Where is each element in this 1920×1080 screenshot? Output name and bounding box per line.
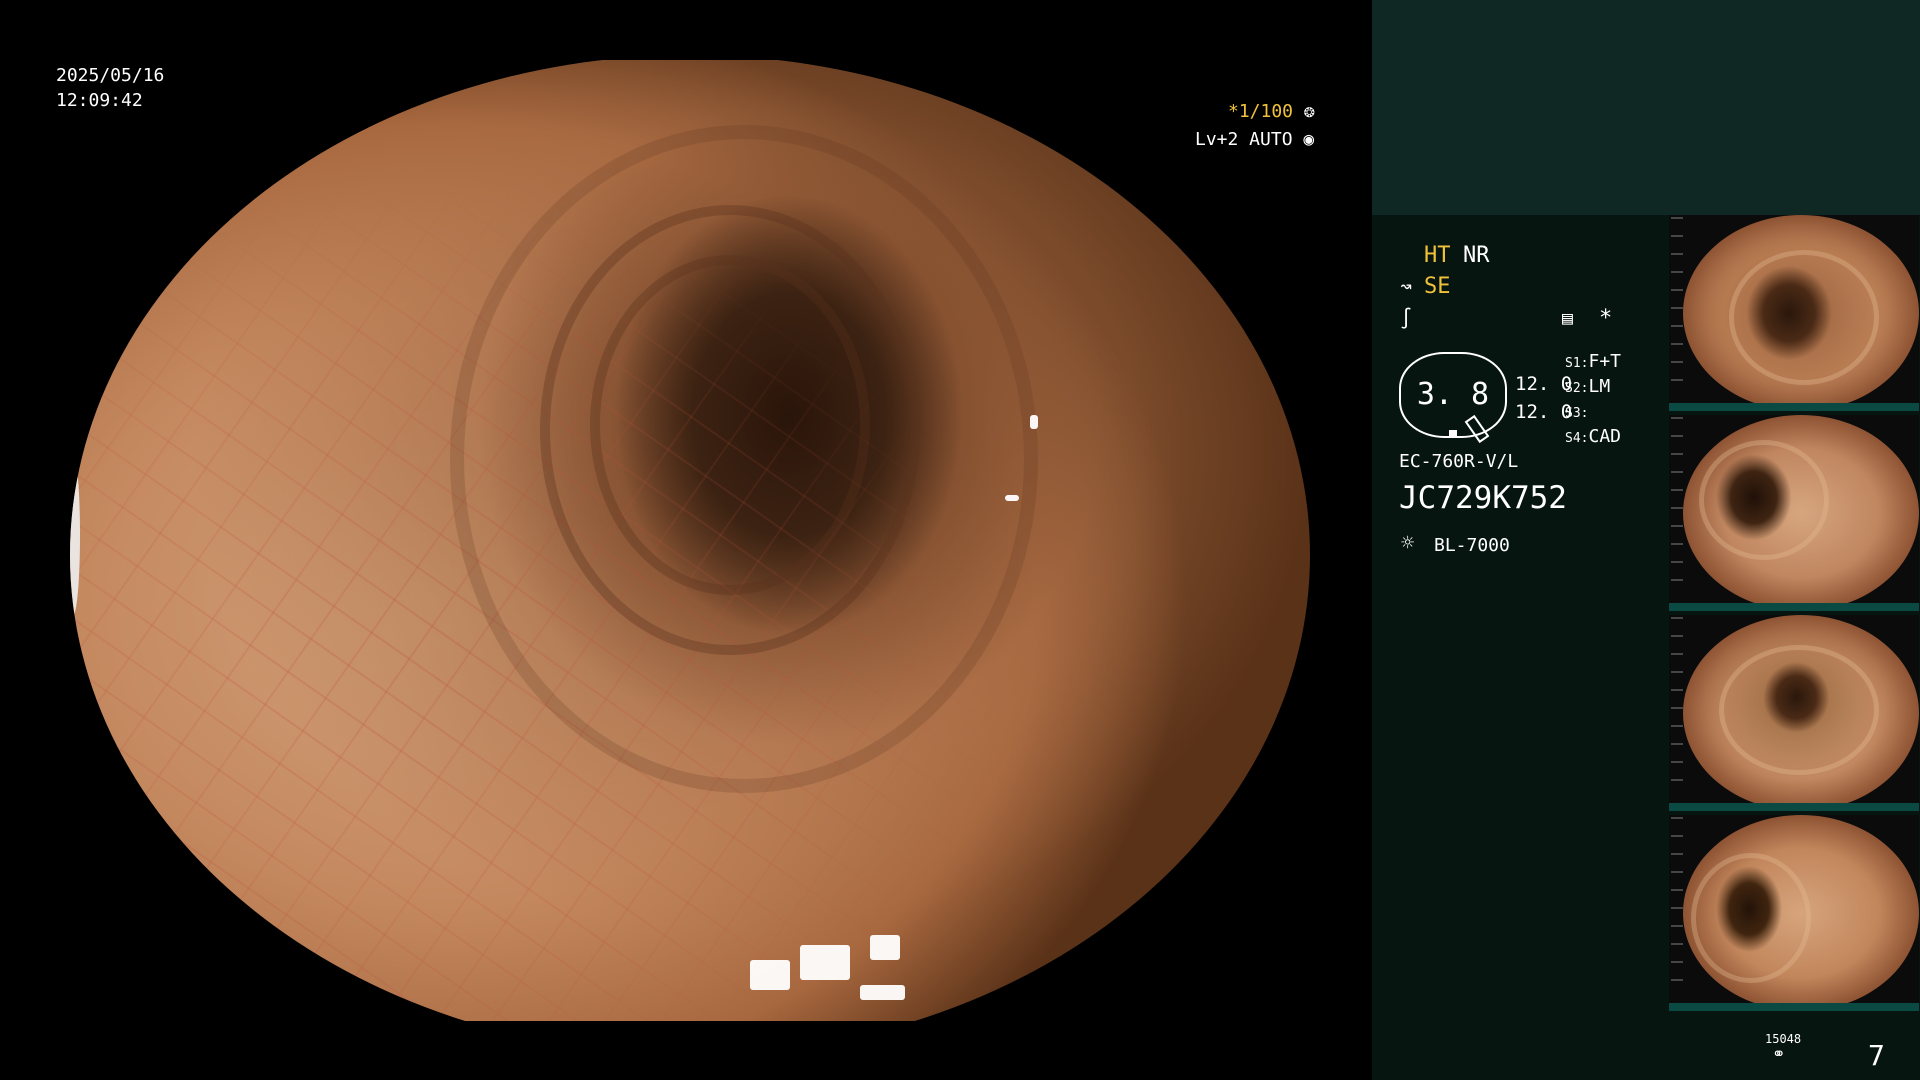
lumen-fold <box>450 125 1038 793</box>
lamp-icon: ☼ <box>1401 531 1415 556</box>
specular-glare <box>750 960 790 990</box>
se-indicator: SE <box>1424 274 1451 299</box>
storage-icon: ⚭ <box>1772 1044 1786 1063</box>
switch-s2: S2:LM <box>1565 375 1610 400</box>
gauge-pen-icon <box>1464 414 1490 444</box>
time-display: 12:09:42 <box>56 90 143 111</box>
specular-glare <box>870 935 900 960</box>
gauge-mark <box>1449 430 1457 436</box>
thumbnail-fold <box>1699 440 1829 560</box>
switch-s3: S3: <box>1565 400 1588 425</box>
switch-key: S2: <box>1565 381 1589 396</box>
memory-icon: ▤ <box>1562 308 1573 329</box>
ht-indicator: HT <box>1424 243 1451 268</box>
gauge: 3. 8 <box>1399 352 1507 444</box>
freeze-icon: ∫ <box>1400 306 1413 330</box>
endoscope-image <box>70 60 1310 1021</box>
thumbnail-2[interactable] <box>1669 415 1919 611</box>
thumbnail-1[interactable] <box>1669 215 1919 411</box>
switch-value: F+T <box>1588 351 1621 372</box>
thumbnail-caption <box>1671 817 1683 997</box>
value-2: 12. 0 <box>1515 401 1573 423</box>
switch-value: CAD <box>1588 426 1621 447</box>
thumbnail-fold <box>1691 853 1811 983</box>
specular-glare <box>1060 955 1072 967</box>
scope-serial: JC729K752 <box>1399 480 1567 516</box>
status-panel: HT NR ↝ SE ∫ ▤ * 3. 8 12. 0 12. 0 S1:F+T… <box>1372 0 1920 1080</box>
endoscope-view: 2025/05/16 12:09:42 *1/100 ❂ Lv+2 AUTO ◉ <box>0 0 1372 1080</box>
light-source: BL-7000 <box>1434 535 1510 556</box>
thumbnail-bar <box>1669 403 1919 411</box>
thumbnail-fold <box>1729 250 1879 385</box>
thumbnail-bar <box>1669 803 1919 811</box>
scope-model: EC-760R-V/L <box>1399 451 1519 472</box>
thumbnail-bar <box>1669 1003 1919 1011</box>
thumbnail-bar <box>1669 603 1919 611</box>
iris-icon: ◉ <box>1303 129 1315 150</box>
aperture-icon: ❂ <box>1303 101 1315 122</box>
switch-s1: S1:F+T <box>1565 350 1621 375</box>
specular-glare <box>1030 415 1038 429</box>
specular-glare <box>1005 495 1019 501</box>
thumbnail-3[interactable] <box>1669 615 1919 811</box>
switch-s4: S4:CAD <box>1565 425 1621 450</box>
switch-key: S3: <box>1565 406 1589 421</box>
nr-indicator: NR <box>1463 243 1490 268</box>
specular-glare <box>860 985 905 1000</box>
thumbnail-caption <box>1671 217 1683 397</box>
thumbnail-fold <box>1719 645 1879 775</box>
scope-tip-icon: ↝ <box>1400 274 1413 298</box>
level-value: Lv+2 AUTO <box>1195 129 1293 150</box>
shutter-value: *1/100 <box>1228 101 1294 122</box>
value-1: 12. 0 <box>1515 373 1573 395</box>
thumbnail-caption <box>1671 417 1683 597</box>
brightness-level: Lv+2 AUTO ◉ <box>1195 128 1314 151</box>
thumbnail-4[interactable] <box>1669 815 1919 1011</box>
panel-header-area <box>1372 0 1920 215</box>
specular-glare <box>800 945 850 980</box>
switch-key: S4: <box>1565 431 1589 446</box>
star-indicator: * <box>1599 306 1613 331</box>
shutter-speed: *1/100 ❂ <box>1228 100 1315 123</box>
thumbnail-caption <box>1671 617 1683 797</box>
switch-key: S1: <box>1565 356 1589 371</box>
switch-value: LM <box>1588 376 1611 397</box>
date-display: 2025/05/16 <box>56 65 165 86</box>
image-count: 7 <box>1868 1039 1885 1072</box>
gauge-value: 3. 8 <box>1416 377 1490 412</box>
